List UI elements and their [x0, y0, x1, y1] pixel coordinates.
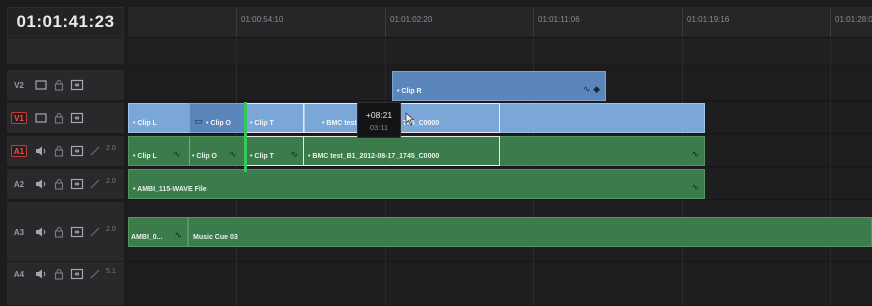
track-header-a3: A3 2.0 [7, 202, 124, 262]
ruler-tick [830, 7, 831, 37]
clip-r-video[interactable]: • Clip R ∿ ◆ [392, 71, 606, 101]
ruler-label: 01:00:54:10 [241, 15, 284, 24]
ruler-tick [682, 7, 683, 37]
ruler-label: 01:01:19:16 [687, 15, 730, 24]
clip-label: • Clip O [192, 153, 218, 160]
channel-format: 2.0 [106, 226, 116, 233]
auto-select-icon[interactable] [70, 225, 84, 239]
clip-o-video[interactable]: • Clip O ▭ [189, 103, 245, 133]
channel-format: 2.0 [106, 178, 116, 185]
clip-label: • AMBI_115-WAVE File [133, 186, 207, 193]
ruler-tick [236, 7, 237, 37]
clip-label: • Clip T [250, 120, 274, 127]
lock-icon[interactable] [52, 111, 66, 125]
edit-pen-icon[interactable] [88, 267, 102, 281]
clip-t-audio[interactable]: • Clip T ∿ [245, 136, 304, 166]
clip-label: AMBI_0... [131, 234, 163, 241]
track-id-label[interactable]: V1 [11, 112, 27, 124]
waveform-icon: ∿ [691, 182, 699, 192]
auto-select-icon[interactable] [70, 267, 84, 281]
timeline-panel: 01:01:41:23 01:00:54:10 01:01:02:20 01:0… [0, 0, 872, 306]
trim-offset: +08:21 [365, 110, 393, 120]
ruler-spacer [128, 38, 872, 64]
channel-format: 2.0 [106, 145, 116, 152]
ruler-label: 01:01:28:0 [835, 15, 872, 24]
ruler-label: 01:01:11:06 [538, 15, 580, 24]
track-header-a1: A1 2.0 [7, 136, 124, 167]
waveform-icon: ∿ [691, 149, 699, 159]
mouse-cursor-icon [405, 112, 415, 126]
grid-line [830, 38, 831, 306]
clip-label: • Clip L [133, 120, 157, 127]
clip-label: • Clip O [206, 120, 232, 127]
track-header-v1: V1 [7, 103, 124, 134]
clip-label: • Clip R [397, 88, 422, 95]
lock-icon[interactable] [52, 225, 66, 239]
edit-pen-icon[interactable] [88, 144, 102, 158]
header-spacer [7, 38, 124, 64]
track-header-a4: A4 5.1 [7, 262, 124, 306]
clip-filmstrip-icon: ▭ [194, 116, 203, 126]
waveform-icon: ∿ [229, 149, 237, 159]
track-id-label[interactable]: A4 [11, 268, 27, 280]
auto-select-icon[interactable] [70, 78, 84, 92]
clip-bmc-video[interactable]: 745_C0000 [303, 103, 500, 133]
timecode-display[interactable]: 01:01:41:23 [7, 7, 124, 37]
trim-duration: 03:11 [369, 123, 389, 132]
lock-icon[interactable] [52, 267, 66, 281]
speaker-icon[interactable] [34, 177, 48, 191]
trim-indicator[interactable] [244, 102, 247, 172]
track-id-label[interactable]: A1 [11, 145, 27, 157]
auto-select-icon[interactable] [70, 177, 84, 191]
track-header-v2: V2 [7, 70, 124, 101]
speaker-icon[interactable] [34, 144, 48, 158]
clip-label: • BMC test_B1_2012-08-17_1745_C0000 [308, 153, 440, 160]
clip-label: • Clip L [133, 153, 157, 160]
monitor-icon[interactable] [34, 111, 48, 125]
edit-pen-icon[interactable] [88, 177, 102, 191]
edit-pen-icon[interactable] [88, 225, 102, 239]
trim-tooltip: +08:21 03:11 [357, 102, 401, 138]
track-header-a2: A2 2.0 [7, 169, 124, 200]
auto-select-icon[interactable] [70, 144, 84, 158]
ruler-tick [385, 7, 386, 37]
clip-ambi-short[interactable]: AMBI_0... ∿ [128, 217, 188, 247]
clip-t-video[interactable]: • Clip T [245, 103, 304, 133]
lock-icon[interactable] [52, 78, 66, 92]
clip-boundary [189, 137, 190, 165]
track-id-label[interactable]: A2 [11, 178, 27, 190]
clip-music-cue[interactable]: Music Cue 03 [188, 217, 872, 247]
track-id-label[interactable]: V2 [11, 79, 27, 91]
link-icon: ∿ ◆ [583, 84, 600, 94]
auto-select-icon[interactable] [70, 111, 84, 125]
ruler-label: 01:01:02:20 [390, 15, 433, 24]
waveform-icon: ∿ [174, 230, 182, 240]
lock-icon[interactable] [52, 177, 66, 191]
track-lane-a4[interactable] [128, 262, 872, 306]
track-id-label[interactable]: A3 [11, 226, 27, 238]
clip-label: Music Cue 03 [193, 234, 238, 241]
speaker-icon[interactable] [34, 225, 48, 239]
ruler-tick [533, 7, 534, 37]
waveform-icon: ∿ [290, 149, 298, 159]
clip-bmc-audio[interactable]: • BMC test_B1_2012-08-17_1745_C0000 [303, 136, 500, 166]
waveform-icon: ∿ [173, 149, 181, 159]
monitor-icon[interactable] [34, 78, 48, 92]
lock-icon[interactable] [52, 144, 66, 158]
channel-format: 5.1 [106, 268, 116, 275]
clip-ambi-wave[interactable]: • AMBI_115-WAVE File ∿ [128, 169, 705, 199]
speaker-icon[interactable] [34, 267, 48, 281]
clip-label: • Clip T [250, 153, 274, 160]
timeline-ruler[interactable]: 01:00:54:10 01:01:02:20 01:01:11:06 01:0… [128, 7, 872, 38]
